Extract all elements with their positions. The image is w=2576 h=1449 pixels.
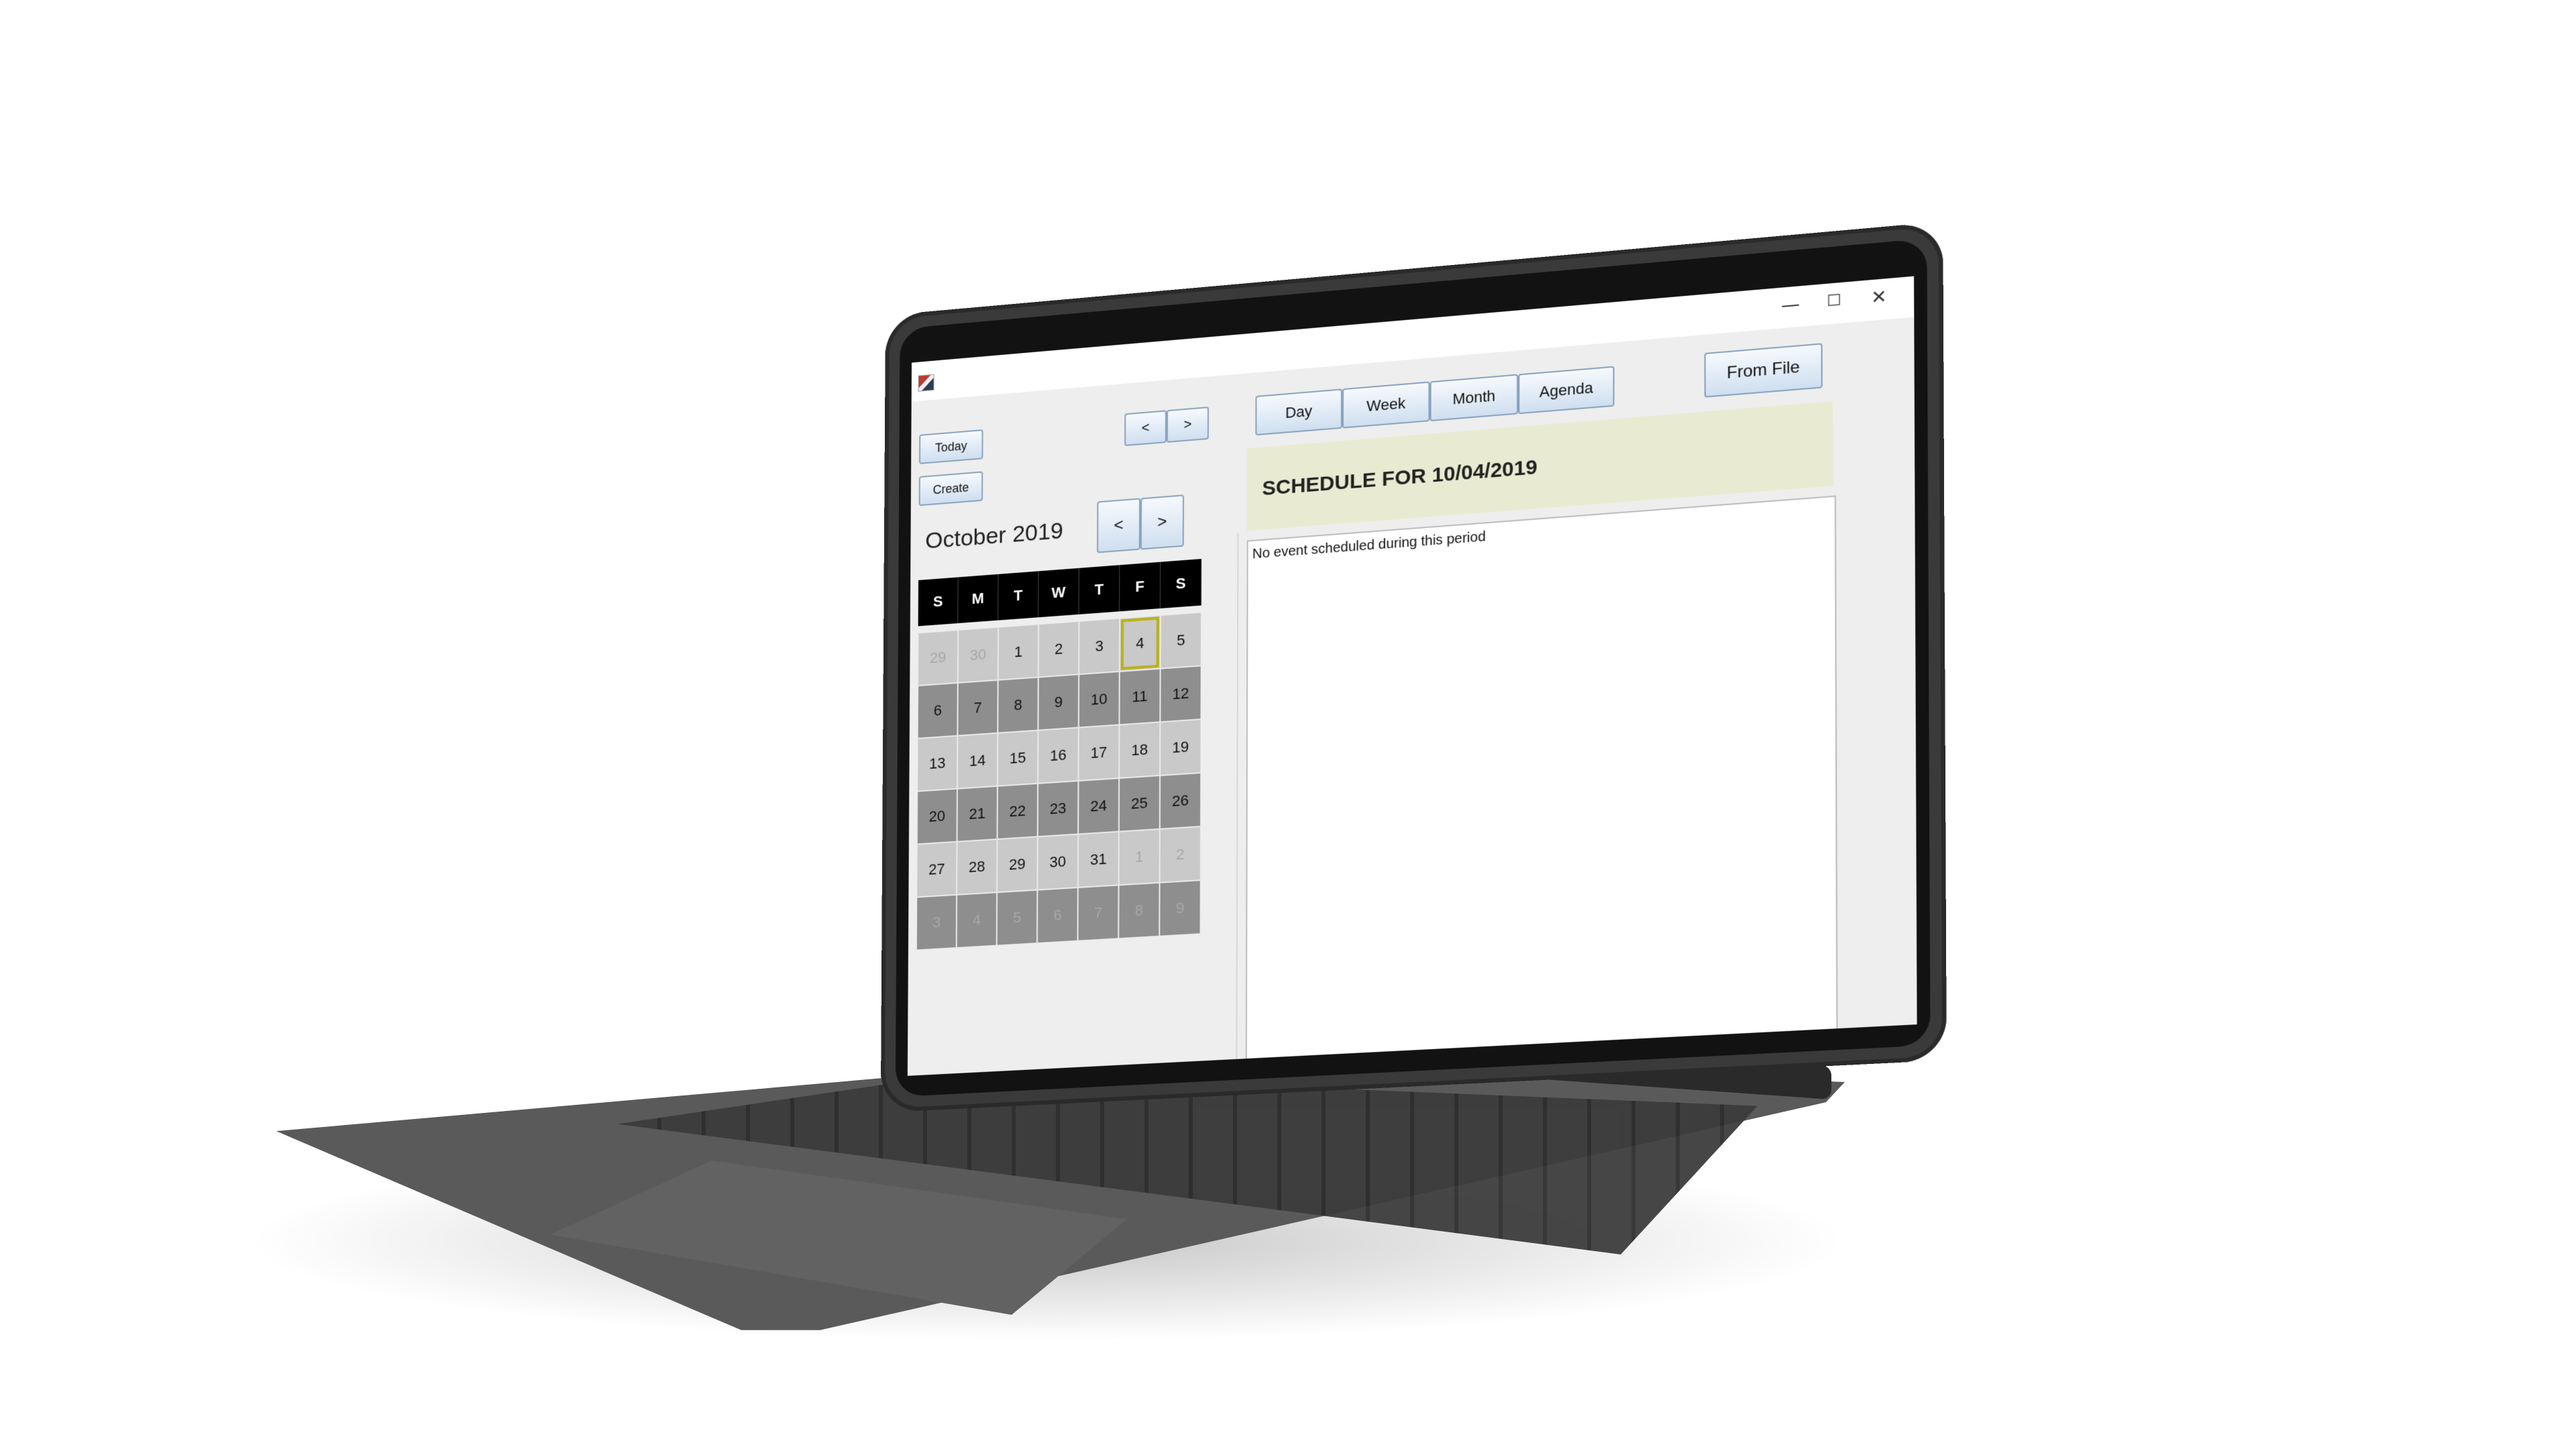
maximize-icon[interactable]: ☐ xyxy=(1819,286,1848,317)
weekday-header: T xyxy=(998,571,1038,620)
calendar-prev-month-button[interactable]: < xyxy=(1097,498,1140,553)
calendar-month-title: October 2019 xyxy=(925,518,1063,555)
calendar-day[interactable]: 6 xyxy=(1037,888,1078,943)
calendar-day[interactable]: 2 xyxy=(1038,621,1079,677)
java-app-icon xyxy=(918,374,934,392)
view-month-button[interactable]: Month xyxy=(1430,374,1518,422)
calendar-day[interactable]: 18 xyxy=(1119,722,1160,778)
period-next-button[interactable]: > xyxy=(1167,407,1209,443)
calendar-day[interactable]: 19 xyxy=(1160,719,1201,775)
calendar-day[interactable]: 5 xyxy=(997,890,1038,946)
calendar-day[interactable]: 1 xyxy=(998,624,1038,680)
period-prev-button[interactable]: < xyxy=(1124,410,1167,446)
create-button[interactable]: Create xyxy=(919,471,983,506)
weekday-header: S xyxy=(1161,559,1201,608)
weekday-header: S xyxy=(918,577,959,626)
calendar-day[interactable]: 31 xyxy=(1078,832,1119,888)
calendar-day[interactable]: 4 xyxy=(957,892,997,948)
from-file-button[interactable]: From File xyxy=(1705,343,1823,397)
calendar-day[interactable]: 7 xyxy=(1078,885,1119,941)
calendar-day[interactable]: 29 xyxy=(918,630,958,686)
calendar-next-month-button[interactable]: > xyxy=(1140,494,1184,549)
minimize-icon[interactable]: — xyxy=(1776,290,1805,320)
weekday-header: W xyxy=(1038,568,1079,617)
panel-divider xyxy=(1236,533,1238,1076)
calendar-day[interactable]: 11 xyxy=(1119,669,1160,725)
calendar-day[interactable]: 6 xyxy=(918,683,958,739)
calendar-day[interactable]: 8 xyxy=(1118,883,1159,938)
calendar-day[interactable]: 9 xyxy=(1038,674,1079,730)
schedule-title: SCHEDULE FOR 10/04/2019 xyxy=(1262,455,1537,500)
laptop-lid: — ☐ ✕ Today Create < > Day Week Month Ag… xyxy=(881,221,1947,1112)
schedule-empty-message: No event scheduled during this period xyxy=(1252,529,1486,563)
view-day-button[interactable]: Day xyxy=(1255,388,1342,435)
calendar-day[interactable]: 20 xyxy=(917,789,957,845)
view-agenda-button[interactable]: Agenda xyxy=(1518,366,1614,415)
calendar-day[interactable]: 27 xyxy=(916,842,957,898)
calendar-day[interactable]: 22 xyxy=(998,784,1038,839)
calendar-day[interactable]: 3 xyxy=(1079,619,1120,675)
calendar-day[interactable]: 2 xyxy=(1160,826,1201,883)
calendar-day[interactable]: 10 xyxy=(1079,672,1120,728)
calendar-day[interactable]: 5 xyxy=(1161,612,1201,669)
calendar-day[interactable]: 8 xyxy=(998,677,1038,733)
calendar-day[interactable]: 29 xyxy=(997,837,1038,892)
calendar-day[interactable]: 3 xyxy=(916,895,957,951)
calendar-day[interactable]: 14 xyxy=(957,733,998,789)
weekday-header: F xyxy=(1120,562,1161,612)
calendar-day[interactable]: 17 xyxy=(1079,724,1120,781)
calendar-day[interactable]: 21 xyxy=(957,786,998,842)
calendar-day[interactable]: 28 xyxy=(957,839,997,895)
schedule-panel[interactable]: No event scheduled during this period xyxy=(1246,496,1838,1076)
close-icon[interactable]: ✕ xyxy=(1864,282,1894,313)
calendar-day[interactable]: 30 xyxy=(958,627,998,683)
today-button[interactable]: Today xyxy=(919,429,983,464)
view-week-button[interactable]: Week xyxy=(1342,381,1430,428)
calendar-day[interactable]: 23 xyxy=(1038,781,1079,837)
calendar-day[interactable]: 9 xyxy=(1159,880,1200,936)
calendar-day[interactable]: 30 xyxy=(1037,834,1078,890)
app-window: — ☐ ✕ Today Create < > Day Week Month Ag… xyxy=(908,276,1917,1076)
calendar-day[interactable]: 25 xyxy=(1119,775,1160,832)
screen-bezel: — ☐ ✕ Today Create < > Day Week Month Ag… xyxy=(896,238,1931,1097)
calendar-day[interactable]: 7 xyxy=(957,680,998,736)
calendar-day-selected[interactable]: 4 xyxy=(1120,615,1161,672)
calendar-day[interactable]: 24 xyxy=(1078,778,1119,834)
calendar-day[interactable]: 26 xyxy=(1160,773,1201,829)
calendar-day[interactable]: 16 xyxy=(1038,728,1079,784)
calendar-day[interactable]: 1 xyxy=(1119,829,1160,885)
mini-calendar: S M T W T F S 29 30 1 2 3 4 5 6 7 8 9 10… xyxy=(916,559,1201,950)
weekday-header: M xyxy=(958,574,998,623)
calendar-day[interactable]: 15 xyxy=(998,731,1038,786)
calendar-day[interactable]: 13 xyxy=(917,736,957,792)
calendar-day[interactable]: 12 xyxy=(1160,665,1201,722)
weekday-header: T xyxy=(1079,565,1120,614)
